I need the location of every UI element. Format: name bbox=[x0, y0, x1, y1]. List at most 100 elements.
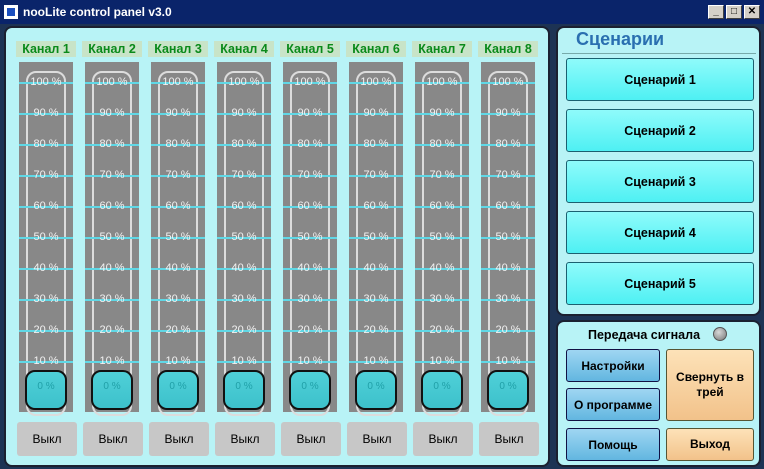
help-button[interactable]: Помощь bbox=[566, 428, 660, 461]
scenario-2-button[interactable]: Сценарий 2 bbox=[566, 109, 754, 152]
channel-off-button[interactable]: Выкл bbox=[479, 422, 539, 456]
scale-tick: 70 % bbox=[151, 167, 205, 183]
scale-tick: 20 % bbox=[415, 322, 469, 338]
scale-tick: 60 % bbox=[415, 198, 469, 214]
scale-tick: 40 % bbox=[19, 260, 73, 276]
scale-tick: 80 % bbox=[349, 136, 403, 152]
channel-off-button[interactable]: Выкл bbox=[347, 422, 407, 456]
channel-slider-track[interactable]: 100 % 90 % 80 % 70 % 60 % 50 % 40 % 30 % 20 % 10 … bbox=[19, 62, 73, 416]
channel-8: Канал 8 100 % 90 % 80 % 70 % 60 % 50 % 40 % 30 %… bbox=[478, 28, 539, 469]
tick-label: 10 % bbox=[429, 355, 455, 367]
tick-label: 50 % bbox=[99, 231, 125, 243]
scale-tick: 100 % bbox=[283, 74, 337, 90]
channel-slider-track[interactable]: 100 % 90 % 80 % 70 % 60 % 50 % 40 % 30 % 20 % 10 … bbox=[349, 62, 403, 416]
scale-tick: 80 % bbox=[283, 136, 337, 152]
settings-button[interactable]: Настройки bbox=[566, 349, 660, 382]
scale-tick: 100 % bbox=[85, 74, 139, 90]
scale-tick: 40 % bbox=[481, 260, 535, 276]
scale-tick: 100 % bbox=[415, 74, 469, 90]
scale-tick: 80 % bbox=[19, 136, 73, 152]
channel-1: Канал 1 100 % 90 % 80 % 70 % 60 % 50 % 40 % 30 %… bbox=[16, 28, 77, 469]
scale-tick: 30 % bbox=[481, 291, 535, 307]
tick-label: 30 % bbox=[33, 293, 59, 305]
tick-label: 40 % bbox=[297, 262, 323, 274]
channel-label: Канал 7 bbox=[412, 41, 472, 57]
scale-tick: 10 % bbox=[85, 353, 139, 369]
tick-label: 30 % bbox=[165, 293, 191, 305]
channel-slider-track[interactable]: 100 % 90 % 80 % 70 % 60 % 50 % 40 % 30 % 20 % 10 … bbox=[217, 62, 271, 416]
slider-thumb[interactable]: 0 % bbox=[487, 370, 529, 410]
slider-value: 0 % bbox=[367, 381, 385, 392]
scenarios-panel: Сценарии Сценарий 1 Сценарий 2 Сценарий … bbox=[556, 26, 761, 316]
tick-label: 40 % bbox=[363, 262, 389, 274]
slider-thumb[interactable]: 0 % bbox=[25, 370, 67, 410]
channel-slider-track[interactable]: 100 % 90 % 80 % 70 % 60 % 50 % 40 % 30 % 20 % 10 … bbox=[283, 62, 337, 416]
scale-tick: 90 % bbox=[151, 105, 205, 121]
scale-tick: 30 % bbox=[283, 291, 337, 307]
tick-label: 40 % bbox=[429, 262, 455, 274]
tick-label: 70 % bbox=[33, 169, 59, 181]
channel-off-button[interactable]: Выкл bbox=[413, 422, 473, 456]
tick-label: 50 % bbox=[363, 231, 389, 243]
channel-off-button[interactable]: Выкл bbox=[83, 422, 143, 456]
maximize-button[interactable]: □ bbox=[726, 5, 742, 19]
channel-off-button[interactable]: Выкл bbox=[281, 422, 341, 456]
scale-tick: 30 % bbox=[85, 291, 139, 307]
tick-label: 90 % bbox=[429, 107, 455, 119]
tick-label: 90 % bbox=[99, 107, 125, 119]
channel-off-button[interactable]: Выкл bbox=[215, 422, 275, 456]
tick-label: 50 % bbox=[495, 231, 521, 243]
signal-label: Передача сигнала bbox=[588, 328, 701, 342]
slider-thumb[interactable]: 0 % bbox=[289, 370, 331, 410]
tick-label: 20 % bbox=[99, 324, 125, 336]
tick-label: 20 % bbox=[33, 324, 59, 336]
scale-tick: 20 % bbox=[85, 322, 139, 338]
channel-label: Канал 8 bbox=[478, 41, 538, 57]
close-button[interactable]: ✕ bbox=[744, 5, 760, 19]
slider-thumb[interactable]: 0 % bbox=[223, 370, 265, 410]
minimize-button[interactable]: _ bbox=[708, 5, 724, 19]
tick-label: 60 % bbox=[165, 200, 191, 212]
controls-panel: Передача сигнала Настройки О программе П… bbox=[556, 320, 761, 467]
slider-thumb[interactable]: 0 % bbox=[421, 370, 463, 410]
channel-off-button[interactable]: Выкл bbox=[149, 422, 209, 456]
scenario-3-button[interactable]: Сценарий 3 bbox=[566, 160, 754, 203]
channel-6: Канал 6 100 % 90 % 80 % 70 % 60 % 50 % 40 % 30 %… bbox=[346, 28, 407, 469]
tick-label: 40 % bbox=[495, 262, 521, 274]
title-bar[interactable]: nooLite control panel v3.0 _ □ ✕ bbox=[0, 0, 764, 24]
scenario-5-button[interactable]: Сценарий 5 bbox=[566, 262, 754, 305]
channel-slider-track[interactable]: 100 % 90 % 80 % 70 % 60 % 50 % 40 % 30 % 20 % 10 … bbox=[151, 62, 205, 416]
slider-value: 0 % bbox=[37, 381, 55, 392]
channel-label: Канал 5 bbox=[280, 41, 340, 57]
scale-tick: 90 % bbox=[415, 105, 469, 121]
scale-tick: 70 % bbox=[19, 167, 73, 183]
scenario-4-button[interactable]: Сценарий 4 bbox=[566, 211, 754, 254]
scale-tick: 90 % bbox=[85, 105, 139, 121]
channel-4: Канал 4 100 % 90 % 80 % 70 % 60 % 50 % 40 % 30 %… bbox=[214, 28, 275, 469]
tick-label: 50 % bbox=[231, 231, 257, 243]
tick-label: 60 % bbox=[99, 200, 125, 212]
tick-label: 40 % bbox=[33, 262, 59, 274]
tick-label: 100 % bbox=[426, 76, 458, 88]
slider-thumb[interactable]: 0 % bbox=[91, 370, 133, 410]
channel-off-button[interactable]: Выкл bbox=[17, 422, 77, 456]
slider-value: 0 % bbox=[301, 381, 319, 392]
tick-label: 30 % bbox=[297, 293, 323, 305]
slider-thumb[interactable]: 0 % bbox=[355, 370, 397, 410]
about-button[interactable]: О программе bbox=[566, 388, 660, 421]
tick-label: 90 % bbox=[363, 107, 389, 119]
tick-label: 20 % bbox=[363, 324, 389, 336]
channel-slider-track[interactable]: 100 % 90 % 80 % 70 % 60 % 50 % 40 % 30 % 20 % 10 … bbox=[415, 62, 469, 416]
tick-label: 60 % bbox=[429, 200, 455, 212]
minimize-to-tray-button[interactable]: Свернуть в трей bbox=[666, 349, 754, 421]
scenario-1-button[interactable]: Сценарий 1 bbox=[566, 58, 754, 101]
scale-tick: 10 % bbox=[415, 353, 469, 369]
scale-tick: 10 % bbox=[283, 353, 337, 369]
channel-slider-track[interactable]: 100 % 90 % 80 % 70 % 60 % 50 % 40 % 30 % 20 % 10 … bbox=[481, 62, 535, 416]
channel-slider-track[interactable]: 100 % 90 % 80 % 70 % 60 % 50 % 40 % 30 % 20 % 10 … bbox=[85, 62, 139, 416]
slider-thumb[interactable]: 0 % bbox=[157, 370, 199, 410]
tick-label: 80 % bbox=[99, 138, 125, 150]
exit-button[interactable]: Выход bbox=[666, 428, 754, 461]
scale-tick: 70 % bbox=[415, 167, 469, 183]
scale-tick: 20 % bbox=[151, 322, 205, 338]
